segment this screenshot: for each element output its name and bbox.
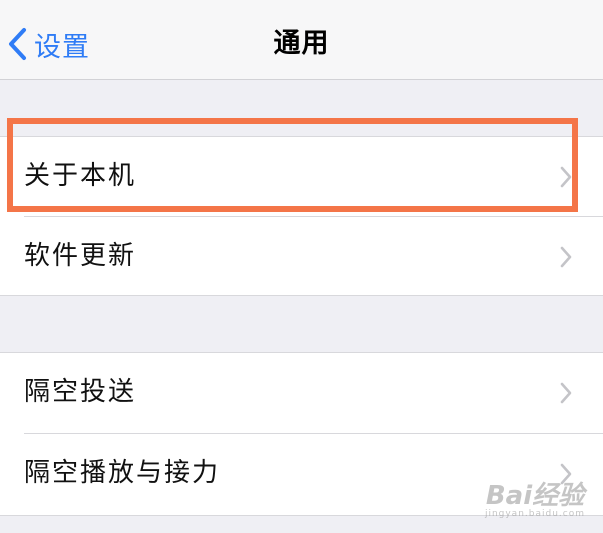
row-label: 隔空投送 xyxy=(24,377,137,407)
row-label: 隔空播放与接力 xyxy=(24,458,221,488)
row-software-update[interactable]: 软件更新 xyxy=(0,217,603,296)
row-label: 关于本机 xyxy=(24,161,137,191)
watermark: Bai经验 jingyan.baidu.com xyxy=(485,483,585,519)
navigation-bar: 设置 通用 xyxy=(0,0,603,80)
watermark-url: jingyan.baidu.com xyxy=(484,509,585,519)
watermark-logo: Bai经验 xyxy=(485,481,585,511)
row-airdrop[interactable]: 隔空投送 xyxy=(0,353,603,432)
row-about[interactable]: 关于本机 xyxy=(0,137,603,216)
chevron-right-icon xyxy=(559,381,573,405)
row-label: 软件更新 xyxy=(24,241,137,271)
page-title: 通用 xyxy=(273,28,330,59)
settings-group-1: 关于本机 软件更新 xyxy=(0,136,603,296)
chevron-right-icon xyxy=(559,165,573,189)
chevron-right-icon xyxy=(559,245,573,269)
